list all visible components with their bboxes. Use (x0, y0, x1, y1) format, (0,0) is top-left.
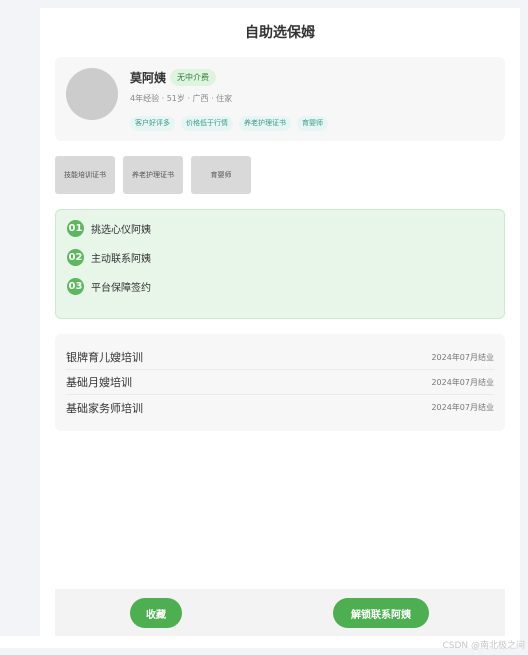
nanny-name: 莫阿姨 (130, 71, 167, 85)
certificate-thumbnail[interactable]: 育婴师 (191, 156, 251, 194)
training-name: 基础月嫂培训 (66, 376, 132, 389)
step-label: 挑选心仪阿姨 (91, 225, 151, 236)
training-list: 银牌育儿嫂培训 2024年07月结业 基础月嫂培训 2024年07月结业 基础家… (55, 334, 505, 431)
step-number: 02 (67, 249, 84, 266)
page-title: 自助选保姆 (245, 25, 315, 41)
training-name: 银牌育儿嫂培训 (66, 351, 143, 364)
training-row: 基础月嫂培训 2024年07月结业 (66, 370, 494, 395)
tag-item: 育婴师 (297, 116, 328, 131)
process-steps: 01 挑选心仪阿姨 02 主动联系阿姨 03 平台保障签约 (55, 209, 505, 319)
watermark: CSDN @南北极之间 (442, 641, 525, 651)
certificate-thumbnail[interactable]: 养老护理证书 (123, 156, 183, 194)
training-date: 2024年07月结业 (431, 352, 494, 362)
bottom-action-bar: 收藏 解锁联系阿姨 (55, 589, 505, 636)
step-label: 平台保障签约 (91, 283, 151, 294)
certificate-list: 技能培训证书 养老护理证书 育婴师 (55, 156, 251, 194)
tag-item: 养老护理证书 (239, 116, 291, 131)
training-date: 2024年07月结业 (431, 377, 494, 387)
nanny-meta: 4年经验 · 51岁 · 广西 · 住家 (130, 94, 233, 103)
no-agency-fee-badge: 无中介费 (170, 69, 216, 86)
training-date: 2024年07月结业 (431, 403, 494, 412)
step-item: 01 挑选心仪阿姨 (67, 220, 151, 237)
training-row: 银牌育儿嫂培训 2024年07月结业 (66, 345, 494, 370)
training-name: 基础家务师培训 (66, 401, 143, 415)
tag-item: 客户好评多 (130, 116, 175, 131)
step-number: 03 (67, 278, 84, 295)
step-number: 01 (67, 220, 84, 237)
tag-item: 价格低于行情 (181, 116, 233, 131)
step-item: 03 平台保障签约 (67, 278, 151, 295)
right-strip (520, 0, 528, 655)
training-row: 基础家务师培训 2024年07月结业 (66, 395, 494, 420)
favorite-button[interactable]: 收藏 (130, 598, 182, 628)
page-container: 自助选保姆 莫阿姨 无中介费 4年经验 · 51岁 · 广西 · 住家 客户好评… (40, 8, 520, 636)
step-label: 主动联系阿姨 (91, 254, 151, 265)
certificate-thumbnail[interactable]: 技能培训证书 (55, 156, 115, 194)
unlock-contact-button[interactable]: 解锁联系阿姨 (333, 598, 429, 628)
nanny-profile-card[interactable]: 莫阿姨 无中介费 4年经验 · 51岁 · 广西 · 住家 客户好评多 价格低于… (55, 57, 505, 141)
avatar (66, 68, 118, 120)
nanny-tags: 客户好评多 价格低于行情 养老护理证书 育婴师 (130, 116, 328, 131)
step-item: 02 主动联系阿姨 (67, 249, 151, 266)
